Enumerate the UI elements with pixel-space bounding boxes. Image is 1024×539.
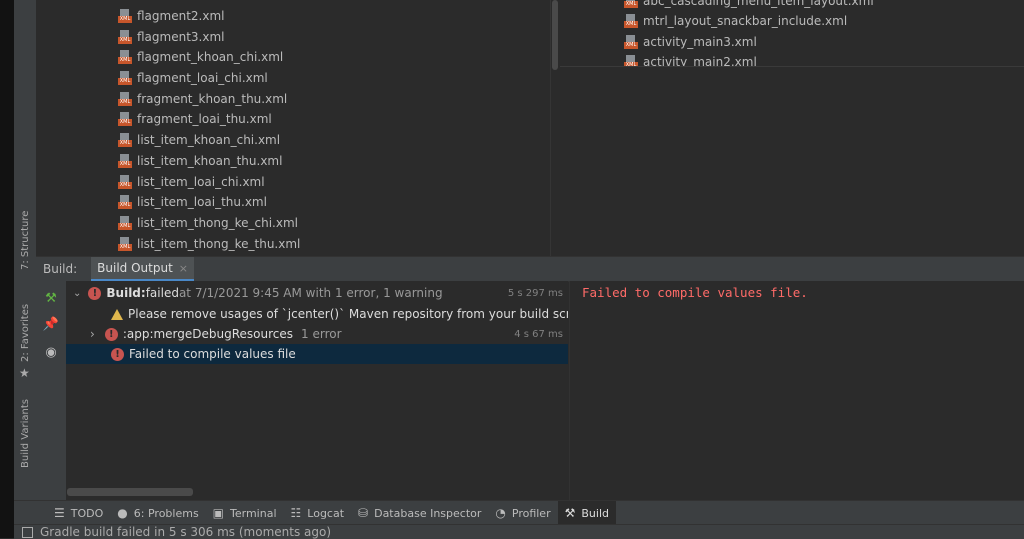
favorites-tool-button[interactable]: 2: Favorites	[20, 304, 31, 362]
xml-file-icon: XML	[118, 9, 132, 23]
file-item[interactable]: XML mtrl_layout_snackbar_include.xml	[624, 12, 847, 30]
error-row[interactable]: ! Failed to compile values file	[66, 344, 568, 364]
build-result-row[interactable]: ⌄ ! Build: failed at 7/1/2021 9:45 AM wi…	[66, 283, 568, 303]
xml-file-icon: XML	[118, 30, 132, 44]
error-icon: !	[88, 286, 102, 300]
file-item[interactable]: XML list_item_thong_ke_chi.xml	[118, 214, 298, 232]
file-item[interactable]: XML activity_main2.xml	[624, 53, 757, 66]
tab-profiler[interactable]: ◔ Profiler	[488, 501, 557, 525]
file-item[interactable]: XML abc_cascading_menu_item_layout.xml	[624, 0, 874, 10]
xml-file-icon: XML	[118, 195, 132, 209]
bottom-tool-bar: ☰ TODO ● 6: Problems ▣ Terminal ☷ Logcat ⛁ Da…	[14, 500, 1024, 525]
build-console: Failed to compile values file.	[569, 281, 1024, 500]
close-icon[interactable]: ×	[179, 262, 188, 275]
xml-file-icon: XML	[118, 50, 132, 64]
console-error-text: Failed to compile values file.	[582, 285, 808, 300]
xml-file-icon: XML	[118, 92, 132, 106]
file-item[interactable]: XML flagment2.xml	[118, 7, 225, 25]
file-item[interactable]: XML list_item_khoan_chi.xml	[118, 131, 280, 149]
xml-file-icon: XML	[118, 71, 132, 85]
list-icon: ☰	[54, 506, 65, 520]
tree-scrollbar[interactable]	[552, 0, 558, 70]
status-bar: Gradle build failed in 5 s 306 ms (momen…	[14, 524, 1024, 539]
file-item[interactable]: XML flagment_khoan_chi.xml	[118, 48, 283, 66]
logcat-icon: ☷	[290, 506, 302, 520]
file-item[interactable]: XML list_item_thong_ke_thu.xml	[118, 235, 300, 253]
xml-file-icon: XML	[118, 154, 132, 168]
tab-database-inspector[interactable]: ⛁ Database Inspector	[351, 501, 488, 525]
chevron-down-icon[interactable]: ⌄	[73, 288, 81, 299]
xml-file-icon: XML	[118, 133, 132, 147]
tab-logcat[interactable]: ☷ Logcat	[284, 501, 352, 525]
status-toggle-icon[interactable]	[22, 526, 33, 538]
eye-icon[interactable]: ◉	[42, 343, 60, 361]
tab-todo[interactable]: ☰ TODO	[47, 501, 110, 525]
file-item[interactable]: XML fragment_khoan_thu.xml	[118, 90, 287, 108]
warning-icon	[111, 308, 123, 320]
database-icon: ⛁	[358, 506, 369, 520]
project-tree: XML flagment2.xml XML flagment3.xml XML fla…	[36, 0, 550, 256]
tab-build[interactable]: ⚒ Build	[557, 501, 616, 525]
hammer-icon[interactable]: ⚒	[42, 289, 60, 307]
error-icon: !	[111, 347, 124, 361]
file-item[interactable]: XML list_item_loai_chi.xml	[118, 173, 265, 191]
structure-tool-button[interactable]: 7: Structure	[20, 211, 31, 270]
file-item[interactable]: XML activity_main3.xml	[624, 33, 757, 51]
status-text: Gradle build failed in 5 s 306 ms (momen…	[40, 525, 332, 539]
error-icon: !	[104, 327, 118, 341]
file-item[interactable]: XML flagment3.xml	[118, 28, 225, 46]
profiler-icon: ◔	[495, 506, 506, 520]
xml-file-icon: XML	[624, 55, 638, 66]
star-icon: ★	[19, 366, 30, 380]
left-tool-strip: 7: Structure 2: Favorites ★ Build Varian…	[14, 0, 37, 500]
xml-file-icon: XML	[118, 175, 132, 189]
xml-file-icon: XML	[624, 0, 638, 8]
file-item[interactable]: XML list_item_khoan_thu.xml	[118, 152, 282, 170]
xml-file-icon: XML	[624, 35, 638, 49]
problems-icon: ●	[117, 506, 128, 520]
file-item[interactable]: XML fragment_loai_thu.xml	[118, 110, 272, 128]
xml-file-icon: XML	[118, 216, 132, 230]
terminal-icon: ▣	[212, 506, 225, 520]
build-toolbar: ⚒ 📌 ◉	[36, 281, 66, 500]
chevron-right-icon[interactable]: ›	[90, 327, 95, 341]
hammer-icon: ⚒	[564, 506, 576, 520]
xml-file-icon: XML	[624, 14, 638, 28]
file-item[interactable]: XML flagment_loai_chi.xml	[118, 69, 268, 87]
tab-problems[interactable]: ● 6: Problems	[110, 501, 205, 525]
xml-file-icon: XML	[118, 237, 132, 251]
pin-icon[interactable]: 📌	[42, 315, 60, 333]
build-output-tree: ⌄ ! Build: failed at 7/1/2021 9:45 AM wi…	[66, 281, 568, 500]
file-item[interactable]: XML list_item_loai_thu.xml	[118, 193, 267, 211]
build-tool-window-header: Build: Build Output ×	[36, 256, 1024, 282]
tab-terminal[interactable]: ▣ Terminal	[206, 501, 284, 525]
screen-edge	[0, 0, 14, 538]
xml-file-icon: XML	[118, 112, 132, 126]
build-label: Build:	[43, 262, 78, 276]
build-variants-tool-button[interactable]: Build Variants	[20, 399, 31, 468]
tab-build-output[interactable]: Build Output ×	[91, 257, 195, 281]
warning-row[interactable]: Please remove usages of `jcenter()` Mave…	[66, 304, 568, 324]
task-row[interactable]: › ! :app:mergeDebugResources 1 error 4 s…	[66, 324, 568, 344]
horizontal-scrollbar[interactable]	[67, 488, 193, 496]
secondary-file-tree: XML abc_cascading_menu_item_layout.xml XM…	[560, 0, 1024, 67]
